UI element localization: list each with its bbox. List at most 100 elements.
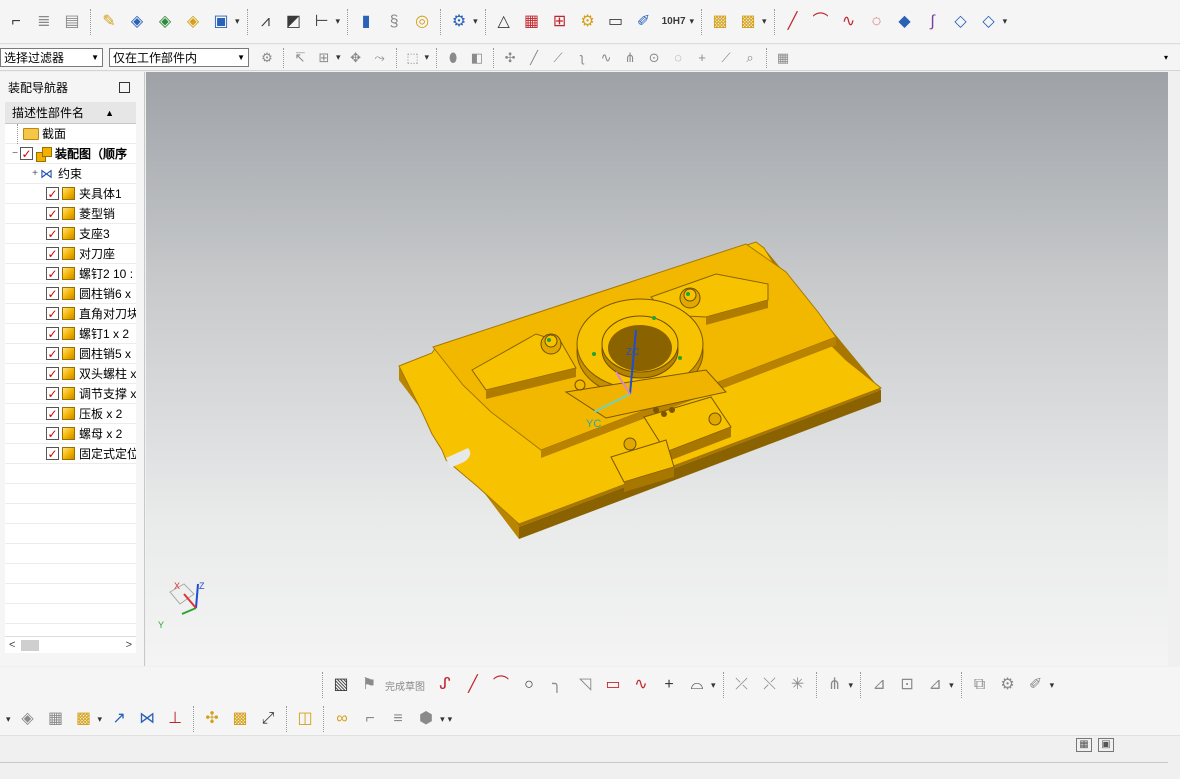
chain-icon[interactable]: ∞ bbox=[329, 706, 355, 732]
geometric-constraint-icon[interactable]: ⊿ bbox=[922, 672, 948, 698]
checkbox[interactable]: ✓ bbox=[46, 347, 59, 361]
fillet-icon[interactable]: ╮ bbox=[544, 672, 570, 698]
graphics-window[interactable]: YC ZC Z X Y bbox=[146, 72, 1168, 666]
column-header[interactable]: 描述性部件名 ▲ bbox=[5, 102, 136, 124]
tree-row-part[interactable]: ✓ 支座3 bbox=[5, 224, 136, 244]
table-icon[interactable]: ▦ bbox=[519, 9, 545, 35]
triangle-icon[interactable]: △ bbox=[491, 9, 517, 35]
chamfer-icon[interactable]: ◹ bbox=[572, 672, 598, 698]
fastener-icon[interactable]: ⚙ bbox=[446, 9, 472, 35]
vertical-scrollbar[interactable] bbox=[1168, 72, 1180, 666]
layers-icon[interactable]: ≣ bbox=[31, 9, 57, 35]
tree-row-part[interactable]: ✓ 圆柱销5 x bbox=[5, 344, 136, 364]
polygon-icon[interactable]: ∿ bbox=[628, 672, 654, 698]
assembly-load-icon[interactable]: ◈ bbox=[15, 706, 41, 732]
gear-sheet-icon[interactable]: ⚙ bbox=[575, 9, 601, 35]
assembly-yellow-icon[interactable]: ◈ bbox=[180, 9, 206, 35]
checkbox[interactable]: ✓ bbox=[46, 187, 59, 201]
extend-icon[interactable]: ⤬ bbox=[757, 672, 783, 698]
drawing-sheet-icon[interactable]: ▤ bbox=[59, 9, 85, 35]
paint-icon[interactable]: ✐ bbox=[1023, 672, 1049, 698]
note-icon[interactable]: ✎ bbox=[96, 9, 122, 35]
scroll-thumb[interactable] bbox=[21, 640, 39, 651]
snap-intersection-icon[interactable]: ⋔ bbox=[619, 47, 641, 69]
cylinder-icon[interactable]: ▮ bbox=[353, 9, 379, 35]
assembly-green-icon[interactable]: ◈ bbox=[152, 9, 178, 35]
annotation-abc-icon[interactable]: ▣ bbox=[208, 9, 234, 35]
checkbox[interactable]: ✓ bbox=[46, 387, 59, 401]
expand-icon[interactable]: + bbox=[30, 168, 40, 179]
more-components-icon[interactable]: ⬢ bbox=[413, 706, 439, 732]
tree-row-part[interactable]: ✓ 固定式定位 bbox=[5, 444, 136, 464]
cube-stack-icon[interactable]: ▩ bbox=[735, 9, 761, 35]
checkbox[interactable]: ✓ bbox=[46, 327, 59, 341]
tolerance-icon[interactable]: 10H7 bbox=[659, 9, 689, 35]
tree-row-part[interactable]: ✓ 调节支撑 x bbox=[5, 384, 136, 404]
show-hide-constraint-icon[interactable]: ⊥ bbox=[162, 706, 188, 732]
offset-curve-icon[interactable]: ⌓ bbox=[684, 672, 710, 698]
checkbox[interactable]: ✓ bbox=[20, 147, 33, 161]
tree-row-part[interactable]: ✓ 螺母 x 2 bbox=[5, 424, 136, 444]
explode-icon[interactable]: ✣ bbox=[199, 706, 225, 732]
snap-tangent-icon[interactable]: ⟋ bbox=[715, 47, 737, 69]
constraint-icon[interactable]: ⊡ bbox=[894, 672, 920, 698]
finish-sketch-label[interactable]: 完成草图 bbox=[385, 678, 425, 693]
rectangle-icon[interactable]: ▭ bbox=[600, 672, 626, 698]
checkbox[interactable]: ✓ bbox=[46, 207, 59, 221]
cube-group-icon[interactable]: ▩ bbox=[707, 9, 733, 35]
type-filter-dropdown[interactable]: 选择过滤器 ▼ bbox=[0, 48, 103, 67]
plane-icon[interactable]: ◇ bbox=[948, 9, 974, 35]
snap-curve-icon[interactable]: ʅ bbox=[571, 47, 593, 69]
clearance-icon[interactable]: ⌐ bbox=[357, 706, 383, 732]
snap-spline-icon[interactable]: ∿ bbox=[595, 47, 617, 69]
sketch-icon[interactable]: ⌐ bbox=[3, 9, 29, 35]
tree-row-part[interactable]: ✓ 螺钉1 x 2 bbox=[5, 324, 136, 344]
grid-add-icon[interactable]: ⊞ bbox=[547, 9, 573, 35]
arc-icon[interactable]: ⌒ bbox=[488, 672, 514, 698]
checkbox[interactable]: ✓ bbox=[46, 447, 59, 461]
snap-add-icon[interactable]: ⊞ bbox=[313, 47, 335, 69]
snap-endpoint-icon[interactable]: ✣ bbox=[499, 47, 521, 69]
line-icon[interactable]: ╱ bbox=[460, 672, 486, 698]
solid-icon[interactable]: ◩ bbox=[281, 9, 307, 35]
tree-row-part[interactable]: ✓ 直角对刀块 bbox=[5, 304, 136, 324]
tree-row-part[interactable]: ✓ 螺钉2 10 : bbox=[5, 264, 136, 284]
grid-icon[interactable]: ▦ bbox=[772, 47, 794, 69]
curve-purple-icon[interactable]: ∫ bbox=[920, 9, 946, 35]
checkbox[interactable]: ✓ bbox=[46, 227, 59, 241]
window-icon[interactable]: ▣ bbox=[1098, 738, 1114, 752]
collapse-icon[interactable]: − bbox=[10, 148, 20, 159]
tree-row-assembly[interactable]: − ✓ 装配图（顺序 bbox=[5, 144, 136, 164]
checkbox[interactable]: ✓ bbox=[46, 407, 59, 421]
toolbar-overflow-icon[interactable]: ▾ bbox=[1164, 53, 1168, 62]
move-component-icon[interactable]: ↗ bbox=[106, 706, 132, 732]
maximize-icon[interactable] bbox=[119, 81, 130, 93]
scroll-left-icon[interactable]: < bbox=[9, 639, 15, 651]
trim-icon[interactable]: ⤫ bbox=[729, 672, 755, 698]
checkbox[interactable]: ✓ bbox=[46, 307, 59, 321]
assembly-order-icon[interactable]: ▦ bbox=[43, 706, 69, 732]
relations-icon[interactable]: ⧉ bbox=[967, 672, 993, 698]
checkbox[interactable]: ✓ bbox=[46, 427, 59, 441]
scope-filter-dropdown[interactable]: 仅在工作部件内 ▼ bbox=[109, 48, 249, 67]
snap-midpoint-icon[interactable]: ⟋ bbox=[547, 47, 569, 69]
profile-icon[interactable]: ◌ bbox=[864, 9, 890, 35]
tree-row-part[interactable]: ✓ 压板 x 2 bbox=[5, 404, 136, 424]
wave-linker-icon[interactable]: ◫ bbox=[292, 706, 318, 732]
sequence-icon[interactable]: ≡ bbox=[385, 706, 411, 732]
scroll-right-icon[interactable]: > bbox=[126, 639, 132, 651]
tree-row-part[interactable]: ✓ 夹具体1 bbox=[5, 184, 136, 204]
tree-row-constraints[interactable]: + ⋈ 约束 bbox=[5, 164, 136, 184]
settings-icon[interactable]: ⚙ bbox=[995, 672, 1021, 698]
checkbox[interactable]: ✓ bbox=[46, 247, 59, 261]
select-box-icon[interactable]: ⬚ bbox=[402, 47, 424, 69]
select-cube-icon[interactable]: ◧ bbox=[466, 47, 488, 69]
assembly-blue-icon[interactable]: ◈ bbox=[124, 9, 150, 35]
checkbox[interactable]: ✓ bbox=[46, 367, 59, 381]
tree-row-part[interactable]: ✓ 圆柱销6 x bbox=[5, 284, 136, 304]
tree-row-section[interactable]: 截面 bbox=[5, 124, 136, 144]
spline-icon[interactable]: ∿ bbox=[836, 9, 862, 35]
finish-sketch-icon[interactable]: ⚑ bbox=[356, 672, 382, 698]
horizontal-scrollbar[interactable]: < > bbox=[5, 636, 136, 653]
text-box-icon[interactable]: ▭ bbox=[603, 9, 629, 35]
